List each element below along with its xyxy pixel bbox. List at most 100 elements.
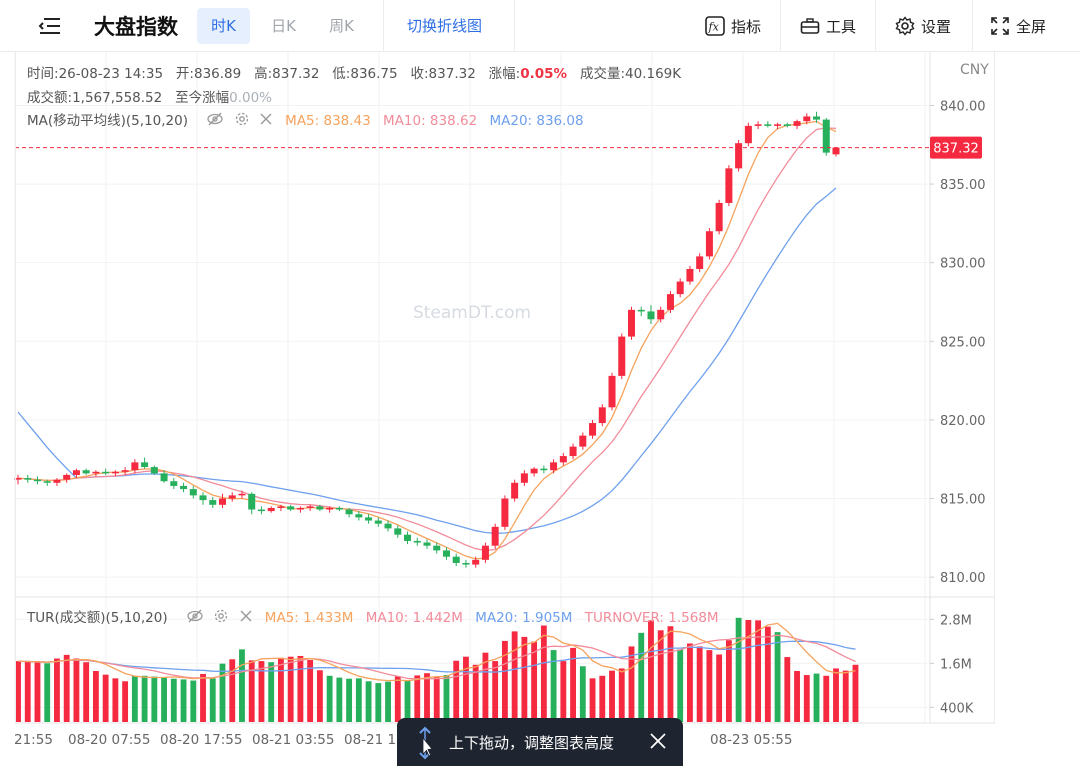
volume-bar	[278, 657, 284, 722]
tur-ma10-value: MA10: 1.442M	[365, 610, 463, 626]
drag-handle-icon[interactable]	[417, 724, 433, 766]
close-icon[interactable]	[239, 609, 253, 627]
candle	[764, 121, 772, 128]
candle-body	[413, 540, 421, 543]
open-label: 开:	[175, 66, 194, 82]
candle	[170, 478, 178, 490]
volume-bar	[316, 670, 323, 722]
eye-off-icon[interactable]	[186, 608, 204, 628]
candle-body	[14, 478, 22, 480]
candle-body	[618, 336, 626, 376]
eye-off-icon[interactable]	[206, 111, 224, 131]
tur-ma20-value: MA20: 1.905M	[475, 610, 573, 626]
volume-bar	[307, 660, 314, 722]
volume-bar	[852, 664, 859, 722]
candle-body	[228, 495, 236, 499]
candle-body	[608, 375, 616, 408]
volume-bar	[63, 654, 70, 722]
candle	[793, 119, 801, 130]
ma10-value: MA10: 838.62	[383, 113, 478, 129]
volume-bar	[823, 675, 830, 722]
ma20-value: MA20: 836.08	[489, 113, 584, 129]
candle	[822, 118, 830, 156]
volume-bar	[794, 671, 800, 722]
candle-body	[238, 493, 246, 496]
candle	[481, 542, 489, 563]
candle-body	[501, 498, 509, 527]
candle-body	[686, 268, 694, 282]
candle-body	[33, 479, 41, 482]
candle	[218, 493, 227, 508]
price-tick-label: 820.00	[940, 414, 986, 429]
candle	[813, 111, 821, 123]
candle-body	[131, 462, 139, 471]
volume-bar	[375, 683, 382, 722]
volume-bar	[170, 678, 177, 722]
ma5-value: MA5: 838.43	[285, 113, 371, 129]
turnover-value: 1,567,558.52	[72, 90, 163, 106]
volume-bar	[326, 675, 333, 722]
price-tick-label: 815.00	[940, 493, 986, 508]
candle-body	[540, 468, 548, 471]
tur-legend: TUR(成交额)(5,10,20) MA5: 1.433M MA10: 1.44…	[27, 606, 719, 628]
candle-body	[43, 481, 51, 483]
volume-bar	[102, 674, 109, 722]
candle-body	[82, 470, 90, 474]
volume-label: 成交量:	[579, 66, 626, 82]
candle	[686, 265, 694, 285]
candle-body	[209, 500, 217, 505]
candle-body	[783, 124, 791, 126]
candle	[228, 492, 236, 502]
candle-body	[666, 294, 674, 310]
candle-body	[345, 509, 353, 515]
candle-body	[287, 506, 295, 510]
open-value: 836.89	[193, 66, 242, 82]
close-icon[interactable]	[259, 112, 273, 130]
candle-body	[803, 116, 811, 122]
gear-icon[interactable]	[213, 608, 229, 628]
candle	[754, 121, 762, 130]
change-label: 涨幅:	[488, 66, 521, 82]
low-value: 836.75	[350, 66, 398, 82]
candle-body	[306, 506, 314, 508]
candle-body	[316, 506, 324, 510]
candle-body	[491, 526, 499, 546]
candle-body	[374, 520, 382, 524]
volume-bar	[648, 620, 654, 722]
to-date-label: 至今涨幅	[175, 90, 230, 106]
candle-body	[24, 478, 32, 480]
close-icon[interactable]	[649, 732, 667, 754]
candle-body	[111, 471, 119, 474]
volume-bar	[472, 664, 479, 722]
volume-bar	[34, 662, 41, 722]
candle-body	[102, 471, 110, 474]
volume-bar	[716, 654, 723, 722]
candle-body	[267, 507, 275, 512]
volume-bar	[501, 640, 508, 722]
volume-bar	[618, 668, 625, 722]
volume-bar	[764, 626, 771, 722]
volume-bar	[667, 626, 674, 722]
volume-bar	[151, 676, 158, 722]
candle-body	[793, 121, 801, 126]
candle-body	[647, 311, 655, 320]
candle-body	[277, 506, 285, 508]
gear-icon[interactable]	[234, 111, 250, 131]
candle-body	[598, 407, 606, 424]
volume-bar	[560, 661, 567, 722]
volume-tick-label: 400K	[940, 701, 974, 716]
candle-body	[404, 534, 412, 541]
volume-bar	[628, 646, 635, 722]
candle	[520, 470, 528, 486]
candle	[423, 539, 431, 549]
volume-bar	[511, 631, 518, 722]
candle	[637, 306, 645, 317]
candle	[744, 122, 752, 147]
volume-bar	[219, 663, 226, 722]
candle-body	[121, 470, 129, 472]
volume-bar	[15, 661, 21, 722]
candle-body	[452, 556, 460, 563]
candle	[102, 468, 110, 475]
candle	[189, 485, 197, 499]
candle	[579, 432, 587, 450]
